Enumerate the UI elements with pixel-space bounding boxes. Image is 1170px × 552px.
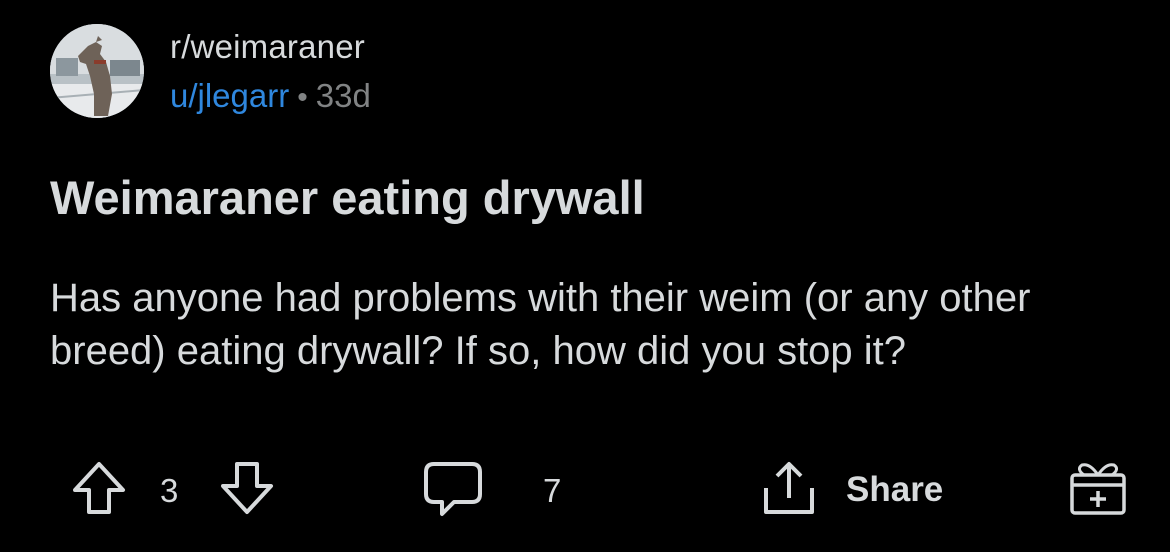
- comments-button[interactable]: [420, 458, 486, 522]
- comment-count: 7: [543, 472, 562, 509]
- post-meta: r/weimaraner u/jlegarr • 33d: [170, 28, 371, 117]
- meta-separator: •: [297, 81, 308, 114]
- downvote-button[interactable]: [218, 458, 276, 522]
- gift-icon: [1068, 457, 1128, 524]
- post-card: r/weimaraner u/jlegarr • 33d Weimaraner ea…: [0, 0, 1170, 552]
- subreddit-avatar[interactable]: [50, 24, 144, 118]
- action-bar: 3 7 Share: [0, 458, 1170, 522]
- post-body: Has anyone had problems with their weim …: [50, 276, 1031, 373]
- award-button[interactable]: [1068, 458, 1128, 522]
- vote-score: 3: [160, 472, 179, 509]
- share-icon: [760, 458, 818, 523]
- subreddit-name[interactable]: r/weimaraner: [170, 28, 371, 66]
- upvote-button[interactable]: [70, 458, 128, 522]
- arrow-down-icon: [218, 459, 276, 522]
- share-label: Share: [846, 470, 944, 509]
- byline: u/jlegarr • 33d: [170, 77, 371, 117]
- author-username[interactable]: u/jlegarr: [170, 77, 289, 114]
- post-title: Weimaraner eating drywall: [50, 171, 645, 224]
- share-button[interactable]: Share: [760, 458, 943, 522]
- post-age: 33d: [315, 77, 371, 114]
- avatar-image: [50, 24, 144, 118]
- arrow-up-icon: [70, 459, 128, 522]
- comment-bubble-icon: [420, 456, 486, 525]
